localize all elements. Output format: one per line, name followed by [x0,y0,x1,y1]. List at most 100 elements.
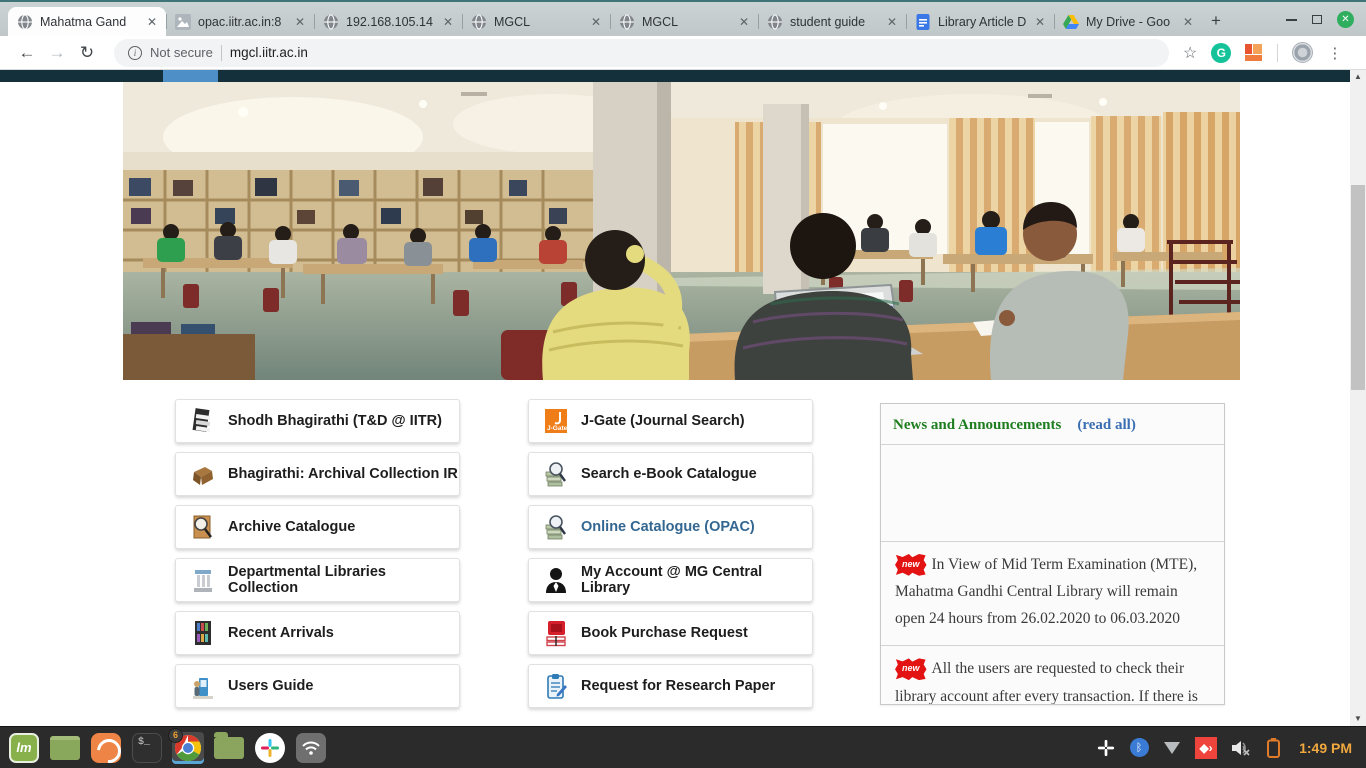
tab-close-icon[interactable]: ✕ [739,15,749,29]
news-item-text: All the users are requested to check the… [895,660,1207,705]
tab-mgcl-2[interactable]: MGCL ✕ [610,7,758,36]
mint-menu-button[interactable]: lm [8,732,40,764]
window-controls: ✕ [1280,11,1366,36]
image-favicon [175,14,191,30]
mint-logo-icon: lm [9,733,39,763]
archive-search-icon [191,513,215,541]
news-item[interactable]: newAll the users are requested to check … [881,645,1224,705]
quick-links-right-column: J-Gate J-Gate (Journal Search) Search e-… [528,399,813,717]
opac-button[interactable]: Online Catalogue (OPAC) [528,505,813,549]
battery-icon[interactable] [1263,738,1283,758]
tab-library-article[interactable]: Library Article D ✕ [906,7,1054,36]
volume-muted-icon[interactable] [1230,738,1250,758]
book-purchase-button[interactable]: Book Purchase Request [528,611,813,655]
slack-tray-icon[interactable] [1096,738,1116,758]
taskbar-clock[interactable]: 1:49 PM [1299,740,1352,756]
kiosk-icon [191,672,215,700]
tab-opac[interactable]: opac.iitr.ac.in:8 ✕ [166,7,314,36]
scroll-down-icon[interactable]: ▼ [1350,712,1366,726]
network-tool-launcher[interactable] [295,732,327,764]
tab-my-drive[interactable]: My Drive - Goo ✕ [1054,7,1202,36]
tab-close-icon[interactable]: ✕ [443,15,453,29]
tab-title: 192.168.105.14 [346,15,436,29]
url-omnibox[interactable]: i Not secure mgcl.iitr.ac.in [114,39,1169,67]
info-icon[interactable]: i [128,46,142,60]
gdocs-favicon [915,14,931,30]
files-launcher[interactable] [213,732,245,764]
tab-close-icon[interactable]: ✕ [1035,15,1045,29]
reload-icon[interactable]: ↻ [72,43,102,63]
tab-close-icon[interactable]: ✕ [295,15,305,29]
scrollbar-thumb[interactable] [1351,185,1365,390]
show-desktop-button[interactable] [49,732,81,764]
browser-menu-icon[interactable]: ⋮ [1327,44,1342,62]
my-account-button[interactable]: My Account @ MG Central Library [528,558,813,602]
read-all-link[interactable]: (read all) [1077,417,1135,434]
profile-avatar-icon[interactable] [1292,42,1313,63]
tab-ip-address[interactable]: 192.168.105.14 ✕ [314,7,462,36]
thesis-stack-icon [191,407,215,435]
news-header: News and Announcements (read all) [881,404,1224,445]
quick-link-label: Users Guide [228,678,313,694]
users-guide-button[interactable]: Users Guide [175,664,460,708]
grammarly-extension-icon[interactable]: G [1211,43,1231,63]
news-item[interactable]: newIn View of Mid Term Examination (MTE)… [881,541,1224,645]
departmental-libraries-button[interactable]: Departmental Libraries Collection [175,558,460,602]
close-icon[interactable]: ✕ [1337,11,1354,28]
tab-close-icon[interactable]: ✕ [591,15,601,29]
tab-title: MGCL [494,15,584,29]
page-scrollbar[interactable]: ▲ ▼ [1350,70,1366,726]
research-paper-request-button[interactable]: Request for Research Paper [528,664,813,708]
news-announcements-panel: News and Announcements (read all) newIn … [880,403,1225,705]
archive-catalogue-button[interactable]: Archive Catalogue [175,505,460,549]
library-building-icon [191,566,215,594]
scroll-up-icon[interactable]: ▲ [1350,70,1366,84]
quick-link-label: Bhagirathi: Archival Collection IR [228,466,458,482]
tab-close-icon[interactable]: ✕ [1183,15,1193,29]
globe-favicon [17,14,33,30]
tab-close-icon[interactable]: ✕ [147,15,157,29]
tab-close-icon[interactable]: ✕ [887,15,897,29]
chrome-launcher[interactable]: 6 [172,732,204,764]
svg-text:J-Gate: J-Gate [547,425,568,432]
tab-student-guide[interactable]: student guide ✕ [758,7,906,36]
new-badge: new [895,554,927,576]
tab-title: Mahatma Gand [40,15,140,29]
slack-icon [255,733,285,763]
quick-link-label: Archive Catalogue [228,519,355,535]
extension-icon[interactable] [1245,44,1263,62]
restore-icon[interactable] [1312,15,1322,24]
bookmark-star-icon[interactable]: ☆ [1183,43,1197,63]
minimize-icon[interactable] [1286,19,1297,21]
slack-launcher[interactable] [254,732,286,764]
url-text[interactable]: mgcl.iitr.ac.in [230,45,308,60]
tab-mahatma-gandhi[interactable]: Mahatma Gand ✕ [8,7,166,36]
globe-favicon [323,14,339,30]
news-item-text: In View of Mid Term Examination (MTE), M… [895,556,1197,627]
quick-link-label: Recent Arrivals [228,625,334,641]
globe-favicon [471,14,487,30]
jgate-icon: J-Gate [544,407,568,435]
bhagirathi-archival-button[interactable]: Bhagirathi: Archival Collection IR [175,452,460,496]
ebook-catalogue-button[interactable]: Search e-Book Catalogue [528,452,813,496]
network-signal-icon[interactable] [1162,738,1182,758]
tab-title: opac.iitr.ac.in:8 [198,15,288,29]
tab-mgcl-1[interactable]: MGCL ✕ [462,7,610,36]
firefox-launcher[interactable] [90,732,122,764]
news-title: News and Announcements [893,417,1061,434]
quick-link-label: Online Catalogue (OPAC) [581,519,755,535]
anydesk-icon[interactable]: ◆› [1195,737,1217,759]
shodh-bhagirathi-button[interactable]: Shodh Bhagirathi (T&D @ IITR) [175,399,460,443]
forward-icon[interactable]: → [42,43,72,63]
quick-link-label: J-Gate (Journal Search) [581,413,745,429]
quick-links-left-column: Shodh Bhagirathi (T&D @ IITR) Bhagirathi… [175,399,460,717]
jgate-button[interactable]: J-Gate J-Gate (Journal Search) [528,399,813,443]
recent-arrivals-button[interactable]: Recent Arrivals [175,611,460,655]
back-icon[interactable]: ← [12,43,42,63]
quick-link-label: Departmental Libraries Collection [228,564,459,596]
new-tab-button[interactable]: + [1202,7,1230,35]
terminal-launcher[interactable]: $_ [131,732,163,764]
bluetooth-icon[interactable]: ᛒ [1129,738,1149,758]
library-photo [123,82,1240,380]
browser-tab-bar: Mahatma Gand ✕ opac.iitr.ac.in:8 ✕ 192.1… [0,0,1366,36]
